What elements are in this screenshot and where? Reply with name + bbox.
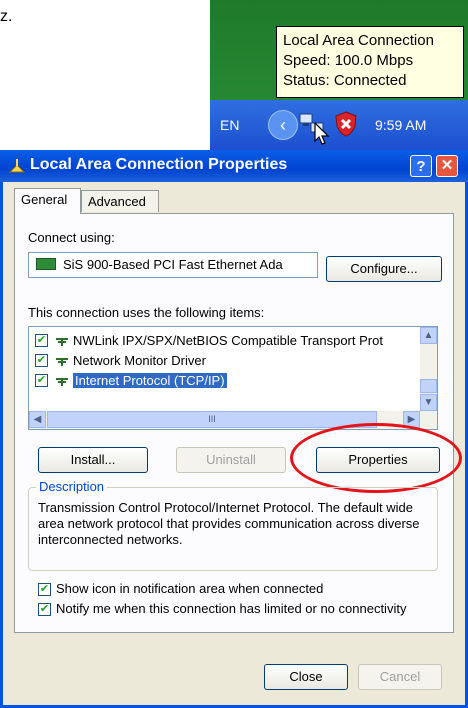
network-adapter-icon: [36, 258, 56, 270]
close-window-button[interactable]: ✕: [436, 155, 458, 177]
list-item[interactable]: ✔ NWLink IPX/SPX/NetBIOS Compatible Tran…: [35, 331, 383, 351]
tab-advanced[interactable]: Advanced: [81, 190, 159, 212]
vertical-scrollbar[interactable]: ▲ ▼: [420, 327, 437, 411]
tab-general[interactable]: General: [14, 188, 81, 214]
tray-expand-icon[interactable]: ‹: [268, 110, 298, 140]
security-shield-icon[interactable]: [334, 110, 358, 138]
uninstall-button[interactable]: Uninstall: [176, 447, 286, 473]
protocol-icon: [56, 337, 68, 346]
item-checkbox[interactable]: ✔: [35, 374, 48, 387]
cancel-button[interactable]: Cancel: [358, 664, 442, 690]
dialog-title: Local Area Connection Properties: [30, 156, 288, 173]
scroll-down-icon[interactable]: ▼: [420, 394, 437, 411]
list-item[interactable]: ✔ Internet Protocol (TCP/IP): [35, 371, 227, 391]
protocol-icon: [56, 357, 68, 366]
scroll-left-icon[interactable]: ◀: [29, 411, 46, 428]
network-plug-icon: [8, 159, 26, 173]
language-indicator[interactable]: EN: [220, 117, 239, 133]
items-label: This connection uses the following items…: [28, 305, 265, 320]
adapter-name-field: SiS 900-Based PCI Fast Ethernet Ada: [28, 252, 318, 278]
mouse-cursor-icon: [314, 122, 330, 145]
description-text: Transmission Control Protocol/Internet P…: [38, 500, 420, 547]
configure-button[interactable]: Configure...: [326, 256, 442, 282]
tooltip-title: Local Area Connection: [283, 32, 434, 49]
highlight-annotation: [290, 423, 462, 493]
close-button[interactable]: Close: [264, 664, 348, 690]
notify-checkbox[interactable]: ✔: [38, 603, 51, 616]
tooltip-speed: Speed: 100.0 Mbps: [283, 52, 414, 69]
show-icon-label: Show icon in notification area when conn…: [56, 581, 324, 596]
item-checkbox[interactable]: ✔: [35, 354, 48, 367]
clock[interactable]: 9:59 AM: [375, 117, 426, 133]
scroll-up-icon[interactable]: ▲: [420, 327, 437, 344]
install-button[interactable]: Install...: [38, 447, 148, 473]
item-label: NWLink IPX/SPX/NetBIOS Compatible Transp…: [73, 333, 383, 348]
description-title: Description: [36, 479, 108, 494]
tooltip-status: Status: Connected: [283, 72, 407, 89]
notify-label: Notify me when this connection has limit…: [56, 601, 407, 616]
clipped-text: z.: [0, 8, 13, 25]
horizontal-scroll-thumb[interactable]: III: [47, 411, 377, 428]
scroll-thumb[interactable]: [420, 379, 437, 393]
help-button[interactable]: ?: [410, 155, 432, 177]
protocol-icon: [56, 377, 68, 386]
show-icon-checkbox[interactable]: ✔: [38, 583, 51, 596]
item-label: Network Monitor Driver: [73, 353, 206, 368]
item-label-selected: Internet Protocol (TCP/IP): [73, 373, 227, 388]
item-checkbox[interactable]: ✔: [35, 334, 48, 347]
list-item[interactable]: ✔ Network Monitor Driver: [35, 351, 206, 371]
connection-tooltip: Local Area Connection Speed: 100.0 Mbps …: [276, 26, 464, 98]
connect-using-label: Connect using:: [28, 230, 115, 245]
